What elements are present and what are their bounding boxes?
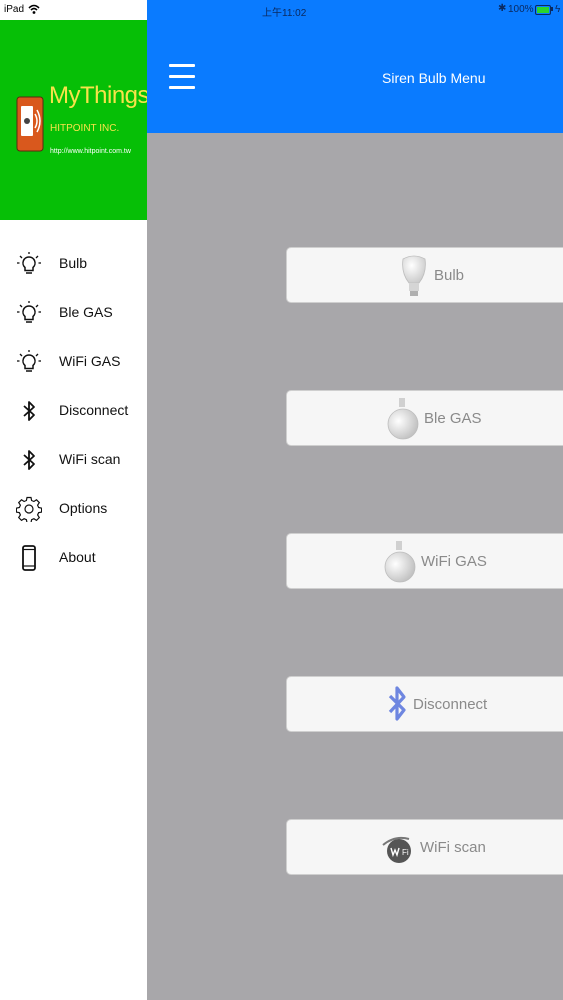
- disconnect-button[interactable]: Disconnect: [286, 676, 563, 732]
- page-title: Siren Bulb Menu: [382, 70, 486, 86]
- device-name: iPad: [4, 4, 25, 15]
- bluetooth-icon: [23, 401, 35, 421]
- button-label: WiFi scan: [420, 839, 486, 856]
- svg-text:Fi: Fi: [402, 848, 409, 857]
- brand-url: http://www.hitpoint.com.tw: [50, 148, 131, 155]
- button-label: WiFi GAS: [421, 553, 487, 570]
- wifi-icon: Fi: [382, 836, 411, 863]
- charging-icon: ϟ: [555, 4, 561, 15]
- sidebar-item-label: WiFi GAS: [59, 353, 121, 369]
- app-logo-icon: [16, 96, 44, 152]
- bluetooth-icon: [23, 450, 35, 470]
- sidebar-item-label: WiFi scan: [59, 451, 121, 467]
- lightbulb-icon: [17, 252, 41, 274]
- battery-percent: 100%: [508, 4, 534, 15]
- sidebar-item-disconnect[interactable]: Disconnect: [0, 392, 147, 432]
- lightbulb-icon: [17, 301, 41, 323]
- bulb-button[interactable]: Bulb: [286, 247, 563, 303]
- main-content: Bulb Ble GAS WiFi GAS Disconnect Fi WiFi…: [147, 133, 563, 1000]
- sidebar-item-about[interactable]: About: [0, 539, 147, 579]
- sidebar-item-label: About: [59, 549, 96, 565]
- status-bar: iPad 上午11:02 ✱ 100% ϟ: [0, 0, 563, 20]
- gear-icon: [16, 496, 42, 522]
- brand-title: MyThings: [49, 82, 150, 109]
- brand-panel: MyThings HITPOINT INC. http://www.hitpoi…: [0, 20, 150, 220]
- sidebar-item-wifi-scan[interactable]: WiFi scan: [0, 441, 147, 481]
- brand-company: HITPOINT INC.: [50, 123, 120, 134]
- bluetooth-status-icon: ✱: [498, 3, 507, 14]
- button-label: Bulb: [434, 267, 465, 284]
- gas-bulb-icon: [387, 398, 419, 440]
- wifi-gas-button[interactable]: WiFi GAS: [286, 533, 563, 589]
- app-header: Siren Bulb Menu: [147, 20, 563, 133]
- sidebar-item-bulb[interactable]: Bulb: [0, 245, 147, 285]
- wifi-signal-icon: [28, 4, 40, 14]
- button-label: Ble GAS: [424, 410, 482, 427]
- button-label: Disconnect: [413, 696, 488, 713]
- status-time: 上午11:02: [262, 8, 307, 19]
- sidebar-item-label: Options: [59, 500, 108, 516]
- bluetooth-icon: [388, 686, 406, 721]
- sidebar-item-label: Bulb: [59, 255, 88, 271]
- sidebar-item-label: Disconnect: [59, 402, 129, 418]
- battery-tip: [551, 7, 553, 11]
- sidebar: MyThings HITPOINT INC. http://www.hitpoi…: [0, 20, 150, 1000]
- battery-icon: [535, 5, 551, 15]
- sidebar-item-options[interactable]: Options: [0, 490, 147, 530]
- lightbulb-icon: [17, 350, 41, 372]
- sidebar-item-label: Ble GAS: [59, 304, 113, 320]
- gas-bulb-icon: [384, 541, 416, 583]
- sidebar-item-ble-gas[interactable]: Ble GAS: [0, 294, 147, 334]
- wifi-scan-button[interactable]: Fi WiFi scan: [286, 819, 563, 875]
- ble-gas-button[interactable]: Ble GAS: [286, 390, 563, 446]
- hamburger-menu-icon[interactable]: [167, 62, 197, 92]
- bulb-image-icon: [402, 255, 426, 296]
- sidebar-item-wifi-gas[interactable]: WiFi GAS: [0, 343, 147, 383]
- phone-icon: [22, 545, 36, 571]
